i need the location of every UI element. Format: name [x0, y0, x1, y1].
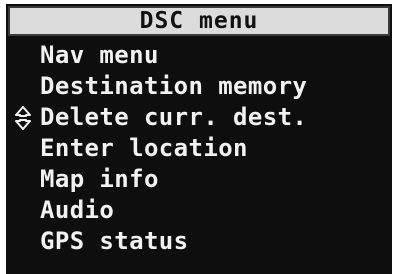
menu-item-label: Delete curr. dest.: [40, 103, 308, 131]
menu-list: Nav menu Destination memory Delete curr.…: [6, 40, 392, 257]
menu-item-nav-menu[interactable]: Nav menu: [6, 40, 392, 71]
menu-item-enter-location[interactable]: Enter location: [6, 133, 392, 164]
menu-title: DSC menu: [139, 8, 259, 34]
menu-item-destination-memory[interactable]: Destination memory: [6, 71, 392, 102]
dsc-screen: DSC menu Nav menu Destination memory Del…: [6, 4, 392, 274]
up-down-arrows-icon: [10, 102, 36, 133]
menu-item-gps-status[interactable]: GPS status: [6, 226, 392, 257]
menu-item-audio[interactable]: Audio: [6, 195, 392, 226]
title-bar: DSC menu: [8, 6, 390, 36]
menu-item-label: Nav menu: [40, 41, 159, 69]
menu-item-label: Destination memory: [40, 72, 308, 100]
menu-item-label: GPS status: [40, 227, 189, 255]
menu-item-delete-curr-dest[interactable]: Delete curr. dest.: [6, 102, 392, 133]
menu-item-label: Map info: [40, 165, 159, 193]
menu-item-label: Enter location: [40, 134, 248, 162]
menu-item-label: Audio: [40, 196, 115, 224]
menu-item-map-info[interactable]: Map info: [6, 164, 392, 195]
